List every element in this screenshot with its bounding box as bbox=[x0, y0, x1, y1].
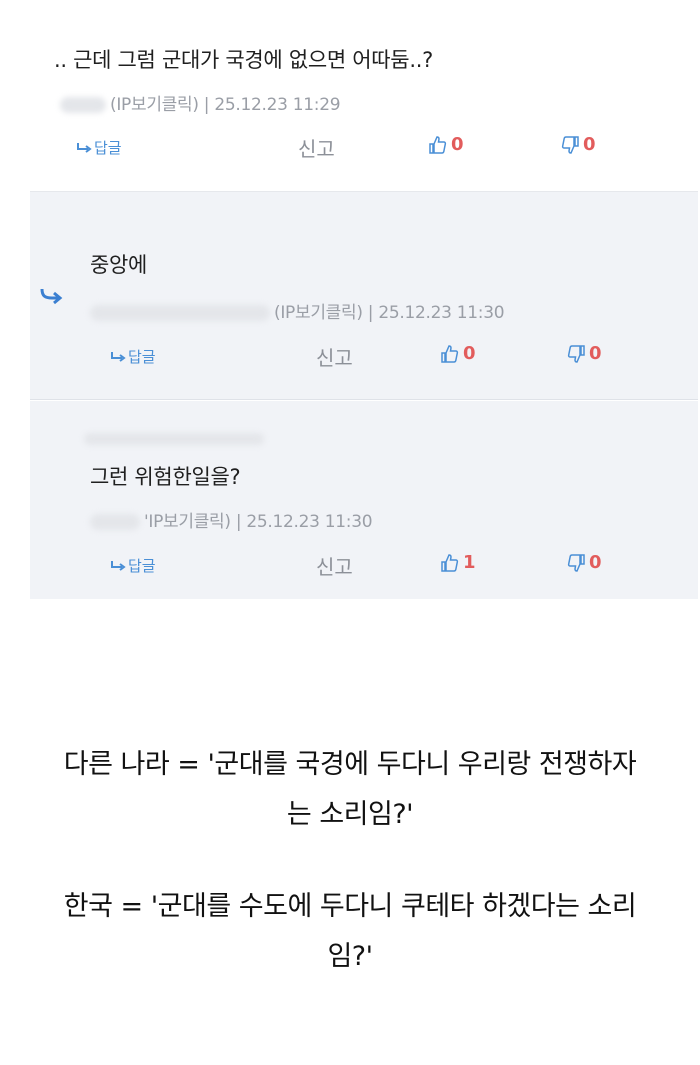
dislike-button[interactable]: 0 bbox=[560, 134, 596, 155]
caption-line: 한국 = '군대를 수도에 두다니 쿠테타 하겠다는 소리 bbox=[63, 891, 637, 922]
dislike-count: 0 bbox=[583, 134, 596, 155]
thumbs-up-icon bbox=[429, 135, 447, 154]
comment-text: 그런 위험한일을? bbox=[90, 465, 241, 489]
like-count: 0 bbox=[463, 343, 476, 364]
reply-label: 답글 bbox=[94, 139, 122, 157]
comment-meta: (IP보기클릭) | 25.12.23 11:30 bbox=[90, 298, 505, 323]
thumbs-down-icon bbox=[561, 135, 579, 154]
reply-arrow-icon bbox=[111, 351, 126, 362]
caption-line: 임?' bbox=[327, 941, 373, 972]
like-button[interactable]: 1 bbox=[440, 552, 476, 573]
caption-line: 다른 나라 = '군대를 국경에 두다니 우리랑 전쟁하자 bbox=[63, 749, 637, 780]
reply-comment-item: 그런 위험한일을? 'IP보기클릭) | 25.12.23 11:30 답글 신… bbox=[30, 401, 698, 599]
comment-item: .. 근데 그럼 군대가 국경에 없으면 어따둠..? (IP보기클릭) | 2… bbox=[30, 0, 698, 192]
blurred-line bbox=[84, 433, 264, 445]
thumbs-up-icon bbox=[441, 553, 459, 572]
reply-indicator-icon bbox=[40, 288, 63, 305]
reply-button[interactable]: 답글 bbox=[110, 555, 156, 576]
dislike-count: 0 bbox=[589, 552, 602, 573]
like-button[interactable]: 0 bbox=[428, 134, 464, 155]
comment-meta: (IP보기클릭) | 25.12.23 11:29 bbox=[60, 90, 341, 115]
author-name-blurred bbox=[90, 305, 270, 321]
comment-text: 중앙에 bbox=[90, 253, 148, 277]
caption-line: 는 소리임?' bbox=[286, 799, 414, 830]
like-button[interactable]: 0 bbox=[440, 343, 476, 364]
thumbs-down-icon bbox=[567, 344, 585, 363]
author-name-blurred bbox=[60, 97, 106, 113]
dislike-button[interactable]: 0 bbox=[566, 552, 602, 573]
comment-meta-text: (IP보기클릭) | 25.12.23 11:30 bbox=[274, 303, 505, 323]
report-button[interactable]: 신고 bbox=[316, 551, 353, 580]
comment-meta: 'IP보기클릭) | 25.12.23 11:30 bbox=[90, 507, 373, 532]
dislike-button[interactable]: 0 bbox=[566, 343, 602, 364]
like-count: 1 bbox=[463, 552, 476, 573]
dislike-count: 0 bbox=[589, 343, 602, 364]
comment-meta-text: 'IP보기클릭) | 25.12.23 11:30 bbox=[144, 512, 373, 532]
author-name-blurred bbox=[90, 514, 140, 530]
report-button[interactable]: 신고 bbox=[298, 133, 335, 162]
reply-label: 답글 bbox=[128, 348, 156, 366]
thumbs-down-icon bbox=[567, 553, 585, 572]
reply-arrow-icon bbox=[111, 560, 126, 571]
like-count: 0 bbox=[451, 134, 464, 155]
reply-arrow-icon bbox=[77, 142, 92, 153]
reply-button[interactable]: 답글 bbox=[76, 137, 122, 158]
reply-label: 답글 bbox=[128, 557, 156, 575]
comment-meta-text: (IP보기클릭) | 25.12.23 11:29 bbox=[110, 95, 341, 115]
comment-text: .. 근데 그럼 군대가 국경에 없으면 어따둠..? bbox=[54, 48, 433, 72]
thumbs-up-icon bbox=[441, 344, 459, 363]
reply-comment-item: 중앙에 (IP보기클릭) | 25.12.23 11:30 답글 신고 0 0 bbox=[30, 192, 698, 400]
report-button[interactable]: 신고 bbox=[316, 342, 353, 371]
reply-button[interactable]: 답글 bbox=[110, 346, 156, 367]
